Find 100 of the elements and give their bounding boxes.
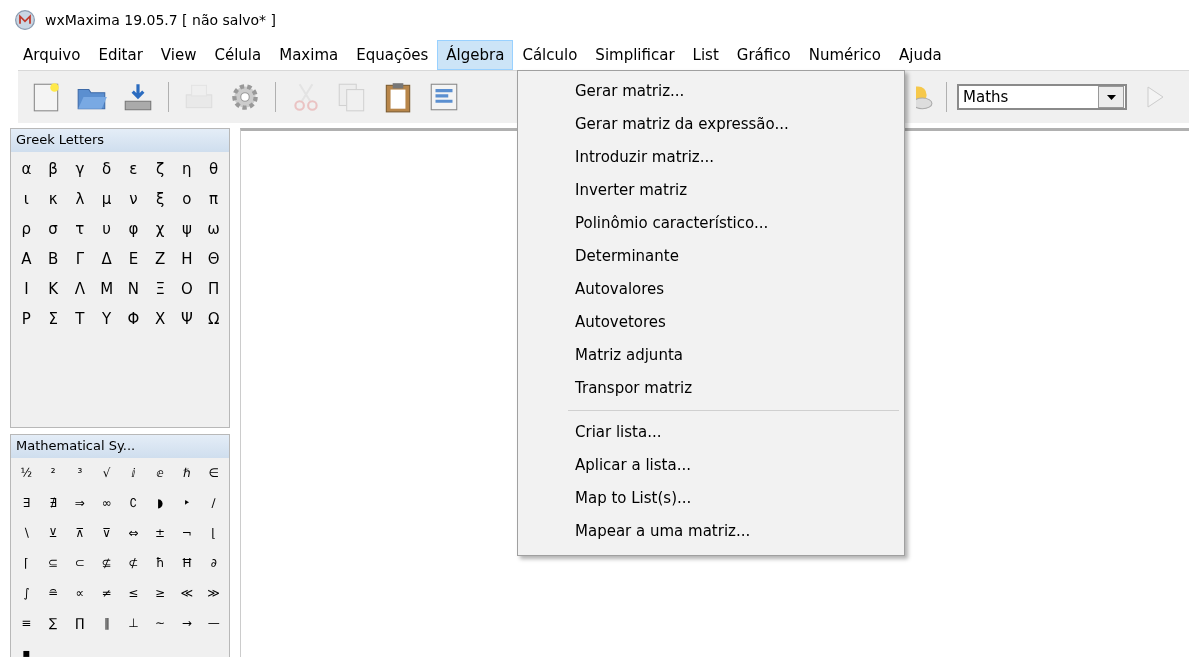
symbol-button[interactable]: Α	[13, 248, 40, 270]
symbol-button[interactable]: β	[39, 158, 67, 180]
menu-option[interactable]: Introduzir matriz...	[518, 141, 904, 174]
symbol-button[interactable]: ▪	[13, 644, 40, 657]
symbol-button[interactable]: ≠	[93, 584, 120, 602]
menu-option[interactable]: Mapear a uma matriz...	[518, 515, 904, 548]
symbol-button[interactable]: ¬	[173, 524, 201, 542]
menu-item[interactable]: Numérico	[799, 40, 890, 70]
symbol-button[interactable]: Ν	[120, 278, 147, 300]
symbol-button[interactable]: Χ	[146, 308, 174, 330]
symbol-button[interactable]: ∏	[66, 614, 94, 632]
symbol-button[interactable]: ∕	[200, 494, 227, 512]
symbol-button[interactable]: ο	[173, 188, 201, 210]
menu-option[interactable]: Determinante	[518, 240, 904, 273]
symbol-button[interactable]: ħ	[146, 554, 174, 572]
symbol-button[interactable]: ∝	[66, 584, 94, 602]
symbol-button[interactable]: —	[200, 614, 227, 632]
symbol-button[interactable]: Θ	[200, 248, 227, 270]
symbol-button[interactable]: Φ	[120, 308, 147, 330]
symbol-button[interactable]: ζ	[146, 158, 174, 180]
menu-item[interactable]: View	[151, 40, 206, 70]
symbol-button[interactable]: ∞	[93, 494, 120, 512]
symbol-button[interactable]: Ρ	[13, 308, 40, 330]
symbol-button[interactable]: σ	[39, 218, 67, 240]
symbol-button[interactable]: π	[200, 188, 227, 210]
symbol-button[interactable]: ‣	[173, 494, 201, 512]
symbol-button[interactable]: Ξ	[146, 278, 174, 300]
symbol-button[interactable]: ⊼	[66, 524, 94, 542]
menu-option[interactable]: Matriz adjunta	[518, 339, 904, 372]
symbol-button[interactable]: φ	[120, 218, 147, 240]
symbol-button[interactable]: Υ	[93, 308, 120, 330]
menu-option[interactable]: Transpor matriz	[518, 372, 904, 405]
symbol-button[interactable]: υ	[93, 218, 120, 240]
symbol-button[interactable]: Η	[173, 248, 201, 270]
symbol-button[interactable]: Κ	[39, 278, 67, 300]
symbol-button[interactable]: τ	[66, 218, 94, 240]
symbol-button[interactable]: ι	[13, 188, 40, 210]
symbol-button[interactable]: ∃	[13, 494, 40, 512]
symbol-button[interactable]: ⊂	[66, 554, 94, 572]
symbol-button[interactable]: δ	[93, 158, 120, 180]
symbol-button[interactable]: ε	[120, 158, 147, 180]
symbol-button[interactable]: ∼	[146, 614, 174, 632]
symbol-button[interactable]: ⊄	[120, 554, 147, 572]
style-select[interactable]: Maths	[957, 84, 1127, 110]
symbol-button[interactable]: ≡	[13, 614, 40, 632]
symbol-button[interactable]: ²	[39, 464, 67, 482]
menu-item[interactable]: Ajuda	[890, 40, 951, 70]
symbol-button[interactable]: Σ	[39, 308, 67, 330]
menu-option[interactable]: Autovalores	[518, 273, 904, 306]
symbol-button[interactable]: θ	[200, 158, 227, 180]
menu-option[interactable]: Polinômio característico...	[518, 207, 904, 240]
menu-item[interactable]: Editar	[89, 40, 152, 70]
symbol-button[interactable]: ³	[66, 464, 94, 482]
symbol-button[interactable]: η	[173, 158, 201, 180]
symbol-button[interactable]: ⅈ	[120, 464, 147, 482]
symbol-button[interactable]: ψ	[173, 218, 201, 240]
symbol-button[interactable]: ⌊	[200, 524, 227, 542]
symbol-button[interactable]: Δ	[93, 248, 120, 270]
symbol-button[interactable]: ∥	[93, 614, 120, 632]
symbol-button[interactable]: ½	[13, 464, 40, 482]
menu-option[interactable]: Autovetores	[518, 306, 904, 339]
symbol-button[interactable]: ∄	[39, 494, 67, 512]
symbol-button[interactable]: ρ	[13, 218, 40, 240]
symbol-button[interactable]: ⊽	[93, 524, 120, 542]
symbol-button[interactable]: ≥	[146, 584, 174, 602]
symbol-button[interactable]: γ	[66, 158, 94, 180]
menu-option[interactable]: Aplicar a lista...	[518, 449, 904, 482]
symbol-button[interactable]: μ	[93, 188, 120, 210]
symbol-button[interactable]: α	[13, 158, 40, 180]
symbol-button[interactable]: Ι	[13, 278, 40, 300]
menu-item[interactable]: Equações	[347, 40, 438, 70]
symbol-button[interactable]: ∈	[200, 464, 227, 482]
symbol-button[interactable]: ν	[120, 188, 147, 210]
symbol-button[interactable]: ≫	[200, 584, 227, 602]
menu-item[interactable]: Simplificar	[586, 40, 684, 70]
symbol-button[interactable]: κ	[39, 188, 67, 210]
symbol-button[interactable]: Ο	[173, 278, 201, 300]
menu-option[interactable]: Inverter matriz	[518, 174, 904, 207]
symbol-button[interactable]: Λ	[66, 278, 94, 300]
symbol-button[interactable]: ⊥	[120, 614, 147, 632]
symbol-button[interactable]: ∖	[13, 524, 40, 542]
symbol-button[interactable]: Τ	[66, 308, 94, 330]
symbol-button[interactable]: √	[93, 464, 120, 482]
menu-item[interactable]: Cálculo	[513, 40, 587, 70]
symbol-button[interactable]: Μ	[93, 278, 120, 300]
symbol-button[interactable]: ≤	[120, 584, 147, 602]
symbol-button[interactable]: ω	[200, 218, 227, 240]
symbol-button[interactable]: λ	[66, 188, 94, 210]
menu-option[interactable]: Gerar matriz da expressão...	[518, 108, 904, 141]
symbol-button[interactable]: Ζ	[146, 248, 174, 270]
symbol-button[interactable]: Ψ	[173, 308, 201, 330]
menu-option[interactable]: Map to List(s)...	[518, 482, 904, 515]
symbol-button[interactable]: Γ	[66, 248, 94, 270]
symbol-button[interactable]: ⅇ	[146, 464, 174, 482]
symbol-button[interactable]: Π	[200, 278, 227, 300]
symbol-button[interactable]: ≪	[173, 584, 201, 602]
menu-item[interactable]: Álgebra	[437, 40, 514, 70]
symbol-button[interactable]: ⇒	[66, 494, 94, 512]
symbol-button[interactable]: ⌈	[13, 554, 40, 572]
menu-option[interactable]: Criar lista...	[518, 416, 904, 449]
